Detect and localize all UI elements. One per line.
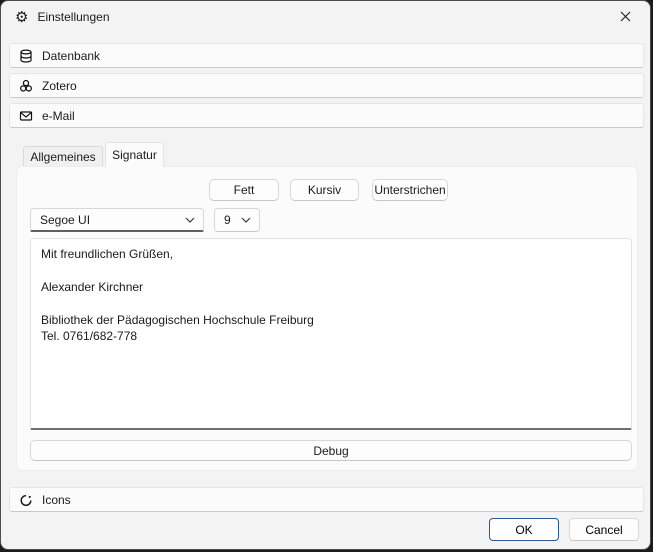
chevron-down-icon xyxy=(185,217,195,223)
gear-icon: ⚙ xyxy=(15,10,28,25)
tab-label: Allgemeines xyxy=(30,150,95,164)
section-label: Zotero xyxy=(42,79,77,93)
section-datenbank[interactable]: Datenbank xyxy=(9,43,644,68)
signature-textbox[interactable]: Mit freundlichen Grüßen, Alexander Kirch… xyxy=(30,238,632,430)
chevron-down-icon xyxy=(241,217,251,223)
section-icons[interactable]: Icons xyxy=(9,487,644,512)
mail-icon xyxy=(19,109,33,123)
section-email[interactable]: e-Mail xyxy=(9,103,644,128)
font-family-combobox[interactable]: Segoe UI xyxy=(30,208,204,232)
font-family-value: Segoe UI xyxy=(31,213,185,227)
cancel-button[interactable]: Cancel xyxy=(569,518,639,541)
font-size-combobox[interactable]: 9 xyxy=(214,208,260,232)
window-title: Einstellungen xyxy=(37,10,109,24)
italic-button[interactable]: Kursiv xyxy=(290,179,359,201)
tab-label: Signatur xyxy=(112,148,157,162)
section-zotero[interactable]: Zotero xyxy=(9,73,644,98)
font-size-value: 9 xyxy=(215,213,241,227)
settings-dialog: ⚙ Einstellungen Datenbank Zotero xyxy=(0,0,651,550)
refresh-icon xyxy=(19,493,33,507)
zotero-icon xyxy=(19,79,33,93)
tab-signatur[interactable]: Signatur xyxy=(105,142,164,167)
signatur-panel: Fett Kursiv Unterstrichen Segoe UI 9 Mit… xyxy=(16,166,638,471)
close-icon xyxy=(620,11,631,22)
database-icon xyxy=(19,49,33,63)
close-button[interactable] xyxy=(603,2,648,31)
debug-button[interactable]: Debug xyxy=(30,440,632,461)
bold-button[interactable]: Fett xyxy=(209,179,279,201)
section-label: Datenbank xyxy=(42,49,100,63)
ok-button[interactable]: OK xyxy=(489,518,559,541)
section-label: Icons xyxy=(42,493,71,507)
title-bar: ⚙ Einstellungen xyxy=(1,1,650,33)
underline-button[interactable]: Unterstrichen xyxy=(372,179,448,201)
section-label: e-Mail xyxy=(42,109,75,123)
tab-allgemeines[interactable]: Allgemeines xyxy=(23,146,103,167)
